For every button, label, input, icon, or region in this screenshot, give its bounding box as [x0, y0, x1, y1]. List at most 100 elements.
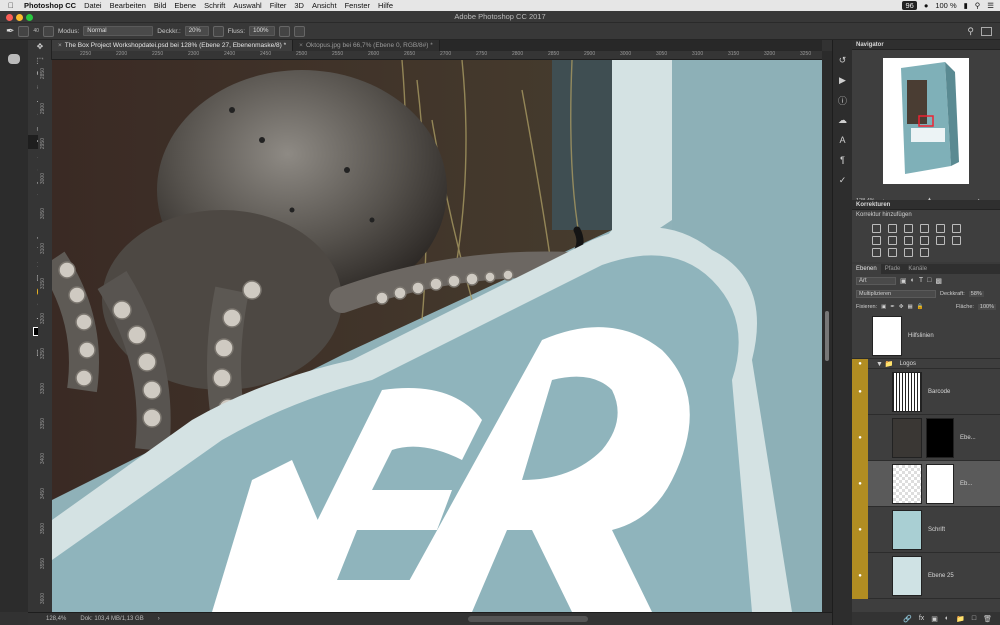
trash-icon[interactable]: 🗑: [983, 615, 992, 623]
clone-source-icon[interactable]: ✓: [833, 170, 852, 190]
layer-mask-thumbnail[interactable]: [926, 417, 954, 458]
adjustments-header[interactable]: Korrekturen: [852, 200, 1000, 210]
layer-mask-thumbnail[interactable]: [926, 463, 954, 504]
invert-icon[interactable]: [952, 236, 961, 245]
visibility-toggle[interactable]: ●: [852, 368, 868, 415]
properties-panel-icon[interactable]: ⓘ: [833, 90, 852, 110]
add-mask-icon[interactable]: ▣: [931, 615, 938, 623]
menu-auswahl[interactable]: Auswahl: [233, 1, 261, 10]
tab-kanaele[interactable]: Kanäle: [904, 264, 931, 274]
channel-mixer-icon[interactable]: [920, 236, 929, 245]
visibility-toggle[interactable]: ●: [852, 414, 868, 461]
libraries-panel-icon[interactable]: ☁: [833, 110, 852, 130]
curves-icon[interactable]: [904, 224, 913, 233]
history-panel-icon[interactable]: ↺: [833, 50, 852, 70]
vertical-scrollbar[interactable]: [822, 51, 832, 612]
wifi-icon[interactable]: ●: [924, 1, 929, 10]
visibility-toggle[interactable]: ●: [852, 506, 868, 553]
flow-field[interactable]: 100%: [249, 26, 276, 36]
scroll-thumb[interactable]: [825, 311, 829, 361]
search-icon[interactable]: ⚲: [975, 1, 981, 10]
tab-ebenen[interactable]: Ebenen: [852, 264, 881, 274]
close-window-button[interactable]: [6, 14, 13, 21]
collapse-icon[interactable]: [8, 54, 20, 64]
brush-tool-icon[interactable]: ✒: [6, 26, 14, 37]
navigator-header[interactable]: Navigator: [852, 40, 1000, 50]
filter-shape-icon[interactable]: □: [927, 277, 931, 284]
menu-schrift[interactable]: Schrift: [204, 1, 225, 10]
actions-panel-icon[interactable]: ▶: [833, 70, 852, 90]
pressure-size-icon[interactable]: [294, 25, 306, 37]
visibility-toggle[interactable]: [852, 313, 868, 359]
photo-filter-icon[interactable]: [904, 236, 913, 245]
visibility-toggle[interactable]: ●: [852, 358, 868, 369]
layer-row-ebene-25[interactable]: ● Ebene 25: [852, 552, 1000, 599]
layer-row-barcode[interactable]: ● Barcode: [852, 368, 1000, 415]
filter-pixel-icon[interactable]: ▣: [900, 277, 907, 285]
menu-bild[interactable]: Bild: [154, 1, 167, 10]
tab-box-project[interactable]: × The Box Project Workshopdatei.psd bei 1…: [52, 40, 294, 51]
document-canvas[interactable]: [52, 60, 822, 612]
menu-bearbeiten[interactable]: Bearbeiten: [110, 1, 146, 10]
menu-ansicht[interactable]: Ansicht: [312, 1, 337, 10]
visibility-toggle[interactable]: ●: [852, 460, 868, 507]
layer-group-logos[interactable]: ● ▼ 📁 Logos: [852, 358, 1000, 369]
list-icon[interactable]: ☰: [987, 1, 994, 10]
layer-row-hilfslinien[interactable]: Hilfslinien: [852, 313, 1000, 359]
zoom-level[interactable]: 128,4%: [46, 616, 66, 622]
layer-filter-dropdown[interactable]: Art: [856, 276, 896, 285]
lock-position-icon[interactable]: ✥: [899, 304, 904, 310]
bw-icon[interactable]: [888, 236, 897, 245]
opacity-field[interactable]: 20%: [184, 26, 209, 36]
lock-artboard-icon[interactable]: ▦: [908, 304, 913, 310]
brush-panel-toggle[interactable]: [42, 25, 54, 37]
filter-smart-icon[interactable]: ▩: [935, 277, 942, 285]
minimize-window-button[interactable]: [16, 14, 23, 21]
layer-opacity-field[interactable]: 58%: [968, 290, 984, 297]
battery-icon[interactable]: ▮: [964, 1, 968, 10]
brush-preset-picker[interactable]: [18, 25, 30, 37]
airbrush-icon[interactable]: [279, 25, 291, 37]
zoom-window-button[interactable]: [26, 14, 33, 21]
vibrance-icon[interactable]: [936, 224, 945, 233]
character-panel-icon[interactable]: A: [833, 130, 852, 150]
app-menu[interactable]: Photoshop CC: [24, 1, 76, 10]
modus-dropdown[interactable]: Normal: [83, 26, 154, 36]
layer-row-schrift[interactable]: ● Schrift: [852, 506, 1000, 553]
levels-icon[interactable]: [888, 224, 897, 233]
menu-hilfe[interactable]: Hilfe: [378, 1, 393, 10]
menu-3d[interactable]: 3D: [294, 1, 304, 10]
lock-all-icon[interactable]: 🔒: [917, 304, 924, 310]
posterize-icon[interactable]: [872, 248, 881, 257]
workspace-search-icon[interactable]: ⚲: [967, 26, 974, 37]
workspace-icon[interactable]: [981, 26, 992, 36]
new-layer-icon[interactable]: □: [972, 615, 976, 622]
paragraph-panel-icon[interactable]: ¶: [833, 150, 852, 170]
horizontal-scrollbar[interactable]: [468, 616, 588, 622]
gradient-map-icon[interactable]: [920, 248, 929, 257]
menu-datei[interactable]: Datei: [84, 1, 102, 10]
layer-row-ebene-octopus[interactable]: ● Ebe...: [852, 414, 1000, 461]
lock-pixels-icon[interactable]: ▣: [881, 304, 886, 310]
tab-close-icon[interactable]: ×: [58, 42, 62, 49]
group-folder-icon[interactable]: ▼ 📁: [876, 360, 894, 368]
blend-mode-dropdown[interactable]: Multiplizieren: [856, 289, 936, 298]
menu-ebene[interactable]: Ebene: [174, 1, 196, 10]
apple-menu-icon[interactable]: : [8, 1, 18, 10]
visibility-toggle[interactable]: ●: [852, 552, 868, 599]
filter-adjust-icon[interactable]: ◐: [911, 277, 915, 284]
tab-pfade[interactable]: Pfade: [881, 264, 905, 274]
selective-color-icon[interactable]: [904, 248, 913, 257]
move-tool-icon[interactable]: ✥: [28, 40, 52, 54]
color-lookup-icon[interactable]: [936, 236, 945, 245]
pressure-opacity-icon[interactable]: [212, 25, 224, 37]
exposure-icon[interactable]: [920, 224, 929, 233]
lock-paint-icon[interactable]: ✒: [890, 304, 895, 310]
menu-fenster[interactable]: Fenster: [345, 1, 370, 10]
fill-field[interactable]: 100%: [977, 303, 996, 310]
threshold-icon[interactable]: [888, 248, 897, 257]
new-group-icon[interactable]: 📁: [956, 615, 965, 623]
link-layers-icon[interactable]: 🔗: [903, 615, 912, 623]
status-menu-icon[interactable]: ›: [158, 616, 160, 622]
tab-close-icon[interactable]: ×: [299, 42, 303, 49]
